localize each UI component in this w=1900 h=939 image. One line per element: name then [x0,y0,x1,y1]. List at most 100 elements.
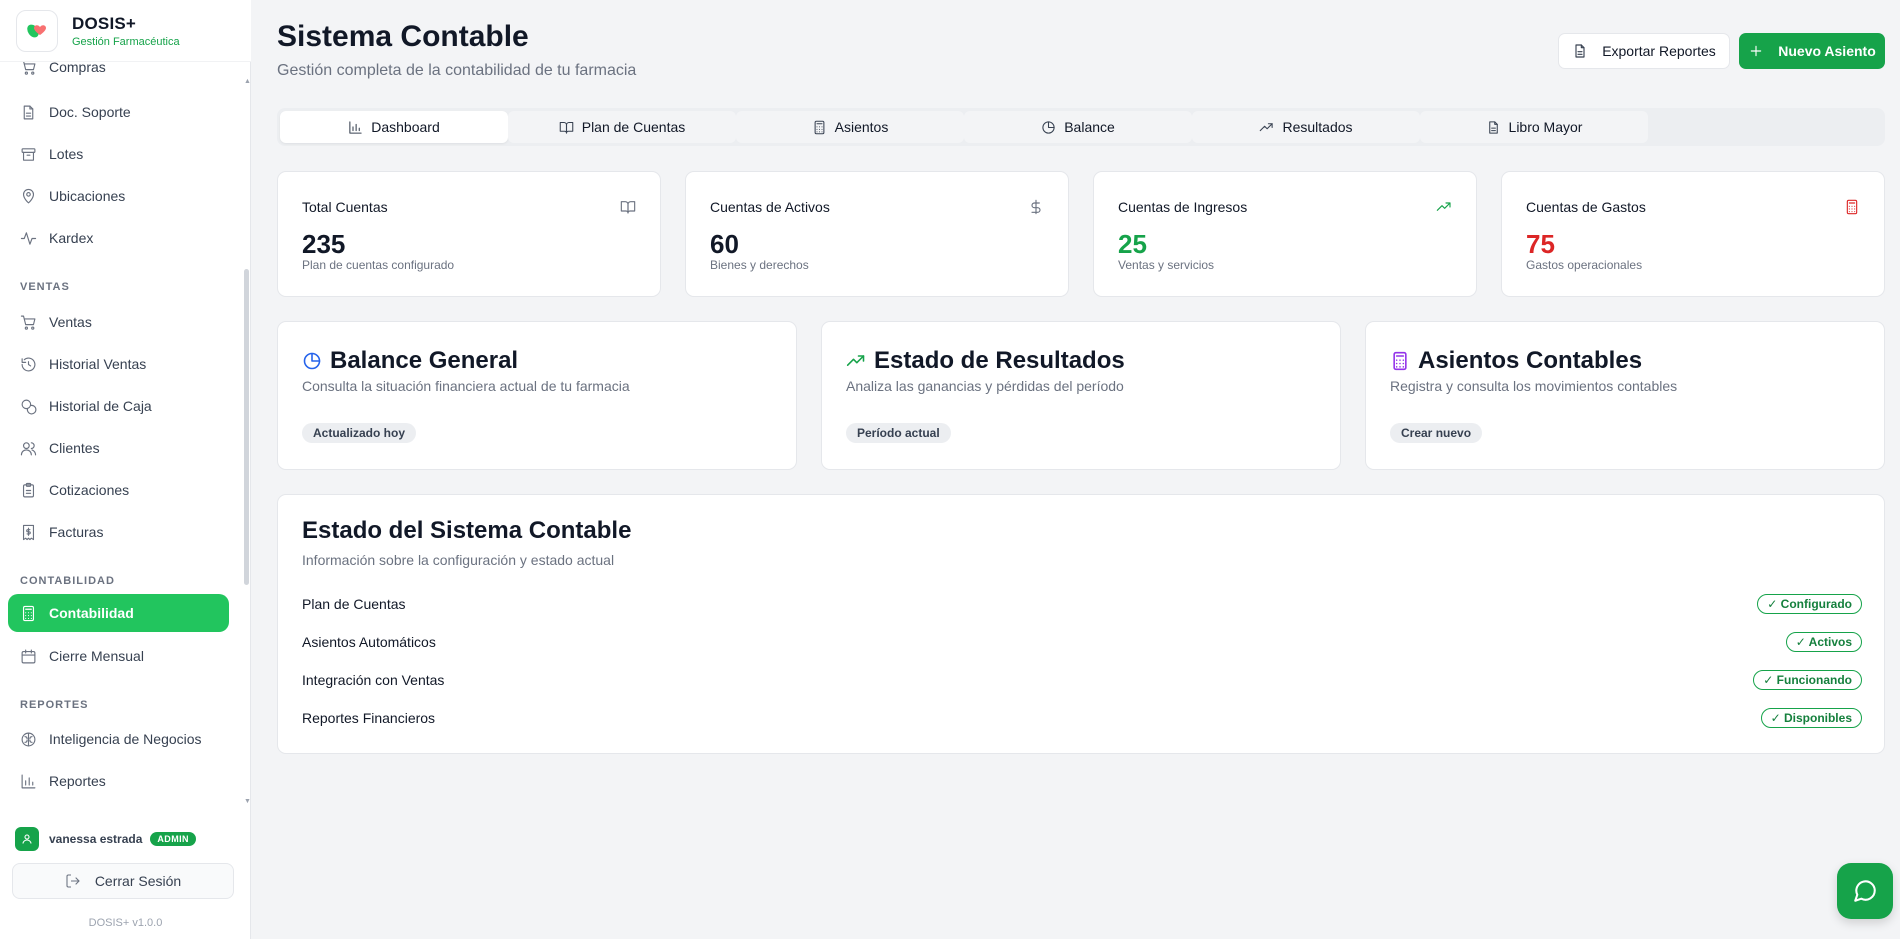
app-version: DOSIS+ v1.0.0 [88,917,163,929]
sidebar-item-cierre-mensual[interactable]: Cierre Mensual [8,637,229,675]
status-badge: ✓ Disponibles [1760,708,1862,728]
status-badge: ✓ Configurado [1757,594,1862,614]
feature-title: Balance General [330,347,519,374]
dollar-icon [1031,199,1041,215]
chat-button[interactable] [1837,863,1893,919]
sidebar-item-label: Ventas [49,314,92,330]
sidebar-item-label: Compras [49,62,106,75]
users-icon [20,441,37,455]
feature-card-asientos-contables[interactable]: Asientos Contables Registra y consulta l… [1365,321,1885,470]
sidebar-item-ubicaciones[interactable]: Ubicaciones [8,177,229,215]
receipt-icon [22,524,35,540]
tab-libro-mayor[interactable]: Libro Mayor [1420,111,1648,143]
logout-button[interactable]: Cerrar Sesión [12,863,234,899]
feature-desc: Consulta la situación financiera actual … [302,378,630,394]
calculator-icon [814,120,825,134]
sidebar-item-doc-soporte[interactable]: Doc. Soporte [8,93,229,131]
stat-label: Total Cuentas [302,199,388,215]
sidebar-item-inteligencia-negocios[interactable]: Inteligencia de Negocios [8,720,229,758]
archive-icon [21,147,36,161]
brand-name: DOSIS+ [72,13,137,33]
sidebar-item-label: Reportes [49,773,106,789]
sidebar-item-label: Historial Ventas [49,356,147,372]
calculator-icon [1393,351,1407,371]
status-title: Estado del Sistema Contable [302,517,632,544]
sidebar-item-ventas[interactable]: Ventas [8,303,229,341]
tab-plan-cuentas[interactable]: Plan de Cuentas [508,111,736,143]
export-reports-button[interactable]: Exportar Reportes [1558,33,1730,69]
feature-card-estado-resultados[interactable]: Estado de Resultados Analiza las gananci… [821,321,1341,470]
sidebar-item-label: Doc. Soporte [49,104,131,120]
feature-card-balance-general[interactable]: Balance General Consulta la situación fi… [277,321,797,470]
sidebar-item-label: Lotes [49,146,84,162]
sidebar-item-clientes[interactable]: Clientes [8,429,229,467]
document-icon [23,105,34,119]
sidebar-item-kardex[interactable]: Kardex [8,219,229,257]
tab-label: Libro Mayor [1508,119,1583,135]
activity-icon [20,231,37,245]
section-contabilidad: CONTABILIDAD [20,575,115,587]
file-text-icon [1488,120,1498,134]
tab-label: Asientos [834,119,889,135]
sidebar-item-label: Facturas [49,524,104,540]
status-name: Plan de Cuentas [302,596,406,612]
scroll-thumb[interactable] [244,269,249,585]
stat-label: Cuentas de Ingresos [1118,199,1248,215]
status-name: Reportes Financieros [302,710,436,726]
new-entry-button[interactable]: Nuevo Asiento [1739,33,1885,69]
brand-header[interactable]: DOSIS+ Gestión Farmacéutica [0,0,251,62]
pie-chart-icon [1042,120,1055,134]
plus-icon [1751,45,1762,57]
status-name: Integración con Ventas [302,672,445,688]
sidebar-item-label: Inteligencia de Negocios [49,731,202,747]
scroll-down-icon[interactable]: ▼ [244,798,251,805]
stat-value: 25 [1118,229,1147,259]
stat-label: Cuentas de Gastos [1526,199,1646,215]
sidebar-item-historial-caja[interactable]: Historial de Caja [8,387,229,425]
user-info: vanessa estrada ADMIN [15,827,196,851]
history-icon [21,357,36,371]
brand-subtitle: Gestión Farmacéutica [72,35,180,48]
stat-desc: Plan de cuentas configurado [302,258,455,272]
stat-desc: Ventas y servicios [1118,258,1215,272]
sidebar-item-historial-ventas[interactable]: Historial Ventas [8,345,229,383]
tab-dashboard[interactable]: Dashboard [280,111,508,143]
user-name: vanessa estrada [49,832,143,846]
user-avatar-icon [15,827,39,851]
tab-resultados[interactable]: Resultados [1192,111,1420,143]
scroll-up-icon[interactable]: ▲ [244,78,251,85]
cart-icon [23,62,36,75]
system-status-card: Estado del Sistema Contable Información … [277,494,1885,754]
feature-desc: Analiza las ganancias y pérdidas del per… [846,378,1124,394]
sidebar-item-label: Historial de Caja [49,398,152,414]
trending-up-icon [1260,122,1274,131]
feature-chip: Actualizado hoy [302,423,417,443]
sidebar-item-label: Cierre Mensual [49,648,144,664]
bar-chart-icon [21,774,36,788]
pie-chart-icon [303,352,321,370]
cart-icon [20,315,36,330]
tab-asientos[interactable]: Asientos [736,111,964,143]
feature-title: Asientos Contables [1418,347,1643,374]
tab-label: Balance [1064,119,1115,135]
tab-bar: Dashboard Plan de Cuentas Asientos Balan… [277,108,1885,146]
sidebar-scrollbar[interactable]: ▲ ▼ [244,62,251,808]
sidebar-item-facturas[interactable]: Facturas [8,513,229,551]
calculator-icon [22,605,35,621]
sidebar-item-cotizaciones[interactable]: Cotizaciones [8,471,229,509]
sidebar-item-compras[interactable]: Compras [8,62,229,86]
sidebar-item-lotes[interactable]: Lotes [8,135,229,173]
tab-label: Resultados [1282,119,1353,135]
sidebar-item-reportes[interactable]: Reportes [8,762,229,800]
sidebar-item-contabilidad[interactable]: Contabilidad [8,594,229,632]
tab-balance[interactable]: Balance [964,111,1192,143]
bar-chart-icon [349,120,362,134]
sidebar-item-label: Kardex [49,230,94,246]
page-title: Sistema Contable [277,20,529,53]
stat-value: 60 [710,229,739,259]
stat-desc: Gastos operacionales [1526,258,1643,272]
status-row: Asientos Automáticos ✓ Activos [302,630,1862,654]
page-subtitle: Gestión completa de la contabilidad de t… [277,62,637,79]
stat-label: Cuentas de Activos [710,199,830,215]
trending-up-icon [1436,202,1451,211]
